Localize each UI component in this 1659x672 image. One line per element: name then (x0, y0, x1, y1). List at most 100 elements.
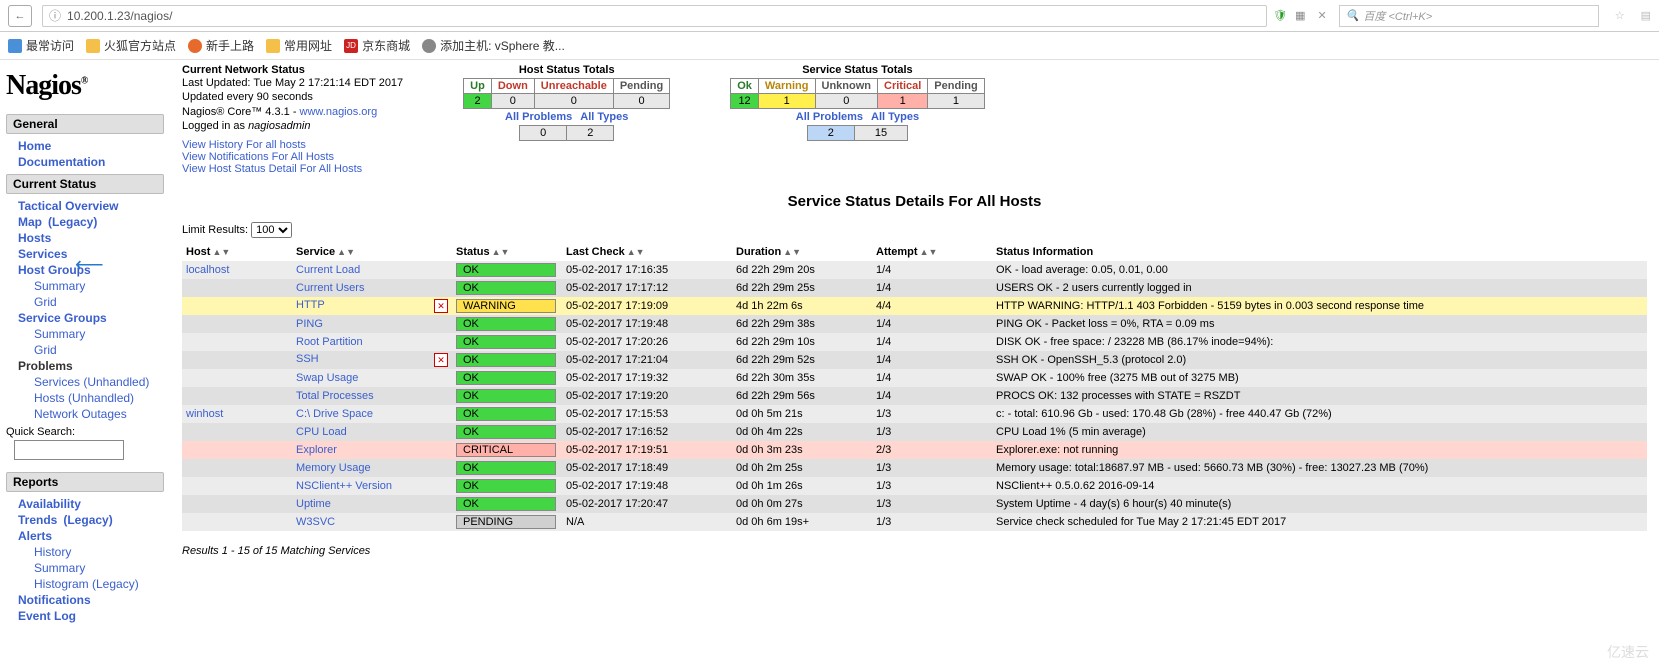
nav-host-groups[interactable]: Host Groups (6, 262, 164, 278)
attempt: 1/4 (872, 333, 992, 351)
service-link[interactable]: Uptime (292, 495, 452, 513)
host-up-header[interactable]: Up (464, 79, 492, 94)
svc-unknown-header[interactable]: Unknown (815, 79, 878, 94)
svc-all-types-count[interactable]: 15 (854, 126, 907, 141)
service-link[interactable]: C:\ Drive Space (292, 405, 452, 423)
col-last-check[interactable]: Last Check▲▼ (562, 244, 732, 261)
service-link[interactable]: Root Partition (292, 333, 452, 351)
qr-icon[interactable]: ▦ (1295, 9, 1305, 22)
service-link[interactable]: Total Processes (292, 387, 452, 405)
host-link[interactable]: localhost (182, 261, 292, 280)
nav-services-unhandled[interactable]: Services (Unhandled) (22, 374, 164, 390)
nav-trends[interactable]: Trends(Legacy) (6, 512, 164, 528)
nav-documentation[interactable]: Documentation (6, 154, 164, 170)
limit-select[interactable]: 100 (251, 222, 292, 238)
host-link[interactable]: winhost (182, 405, 292, 423)
host-pending-header[interactable]: Pending (613, 79, 669, 94)
service-link[interactable]: Current Load (292, 261, 452, 280)
host-all-types-link[interactable]: All Types (580, 111, 628, 123)
bookmark-most-visited[interactable]: 最常访问 (8, 37, 74, 54)
svc-pending-count[interactable]: 1 (928, 94, 984, 109)
bookmark-common-sites[interactable]: 常用网址 (266, 37, 332, 54)
attempt: 1/3 (872, 405, 992, 423)
star-icon[interactable]: ☆ (1615, 9, 1625, 22)
svc-critical-count[interactable]: 1 (878, 94, 928, 109)
svc-all-types-link[interactable]: All Types (871, 111, 919, 123)
host-down-count[interactable]: 0 (491, 94, 534, 109)
service-link[interactable]: Current Users (292, 279, 452, 297)
col-host[interactable]: Host▲▼ (182, 244, 292, 261)
nagios-org-link[interactable]: www.nagios.org (300, 106, 378, 118)
svc-critical-header[interactable]: Critical (878, 79, 928, 94)
nav-home[interactable]: Home (6, 138, 164, 154)
nav-history[interactable]: History (22, 544, 164, 560)
host-unreachable-count[interactable]: 0 (534, 94, 613, 109)
svc-all-problems-count[interactable]: 2 (807, 126, 854, 141)
nav-map[interactable]: Map(Legacy) (6, 214, 164, 230)
nav-hosts-unhandled[interactable]: Hosts (Unhandled) (22, 390, 164, 406)
svc-ok-header[interactable]: Ok (731, 79, 759, 94)
host-pending-count[interactable]: 0 (613, 94, 669, 109)
service-link[interactable]: PING (292, 315, 452, 333)
view-notifications-link[interactable]: View Notifications For All Hosts (182, 151, 403, 163)
col-duration[interactable]: Duration▲▼ (732, 244, 872, 261)
nav-tactical[interactable]: Tactical Overview (6, 198, 164, 214)
nav-section-general: General (6, 114, 164, 134)
bookmark-getting-started[interactable]: 新手上路 (188, 37, 254, 54)
close-icon[interactable]: ✕ (1318, 9, 1327, 22)
nav-hg-grid[interactable]: Grid (22, 294, 164, 310)
sidebar-toggle-icon[interactable]: ▤ (1641, 9, 1651, 22)
service-link[interactable]: Memory Usage (292, 459, 452, 477)
bookmark-jd[interactable]: JD京东商城 (344, 37, 410, 54)
service-link[interactable]: CPU Load (292, 423, 452, 441)
host-down-header[interactable]: Down (491, 79, 534, 94)
nav-hosts[interactable]: Hosts (6, 230, 164, 246)
nav-event-log[interactable]: Event Log (6, 608, 164, 624)
nav-histogram[interactable]: Histogram (Legacy) (22, 576, 164, 592)
status-cell: OK (452, 495, 562, 513)
back-button[interactable]: ← (8, 5, 32, 27)
host-all-problems-count[interactable]: 0 (520, 126, 567, 141)
url-bar[interactable]: ⓘ 10.200.1.23/nagios/ (42, 5, 1267, 27)
nav-services[interactable]: Services (6, 246, 164, 262)
nav-sg-grid[interactable]: Grid (22, 342, 164, 358)
col-status[interactable]: Status▲▼ (452, 244, 562, 261)
nav-availability[interactable]: Availability (6, 496, 164, 512)
service-link[interactable]: W3SVC (292, 513, 452, 531)
browser-search-input[interactable]: 🔍 百度 <Ctrl+K> (1339, 5, 1599, 27)
nav-hg-summary[interactable]: Summary (22, 278, 164, 294)
nav-notifications[interactable]: Notifications (6, 592, 164, 608)
host-all-types-count[interactable]: 2 (567, 126, 614, 141)
bookmark-firefox-official[interactable]: 火狐官方站点 (86, 37, 176, 54)
view-host-status-link[interactable]: View Host Status Detail For All Hosts (182, 163, 403, 175)
svc-unknown-count[interactable]: 0 (815, 94, 878, 109)
nav-summary[interactable]: Summary (22, 560, 164, 576)
svc-all-problems-link[interactable]: All Problems (796, 111, 863, 123)
host-unreachable-header[interactable]: Unreachable (534, 79, 613, 94)
service-link[interactable]: Swap Usage (292, 369, 452, 387)
svc-pending-header[interactable]: Pending (928, 79, 984, 94)
nav-sg-summary[interactable]: Summary (22, 326, 164, 342)
service-link[interactable]: SSH✕ (292, 351, 452, 369)
shield-icon[interactable]: 🛡 (1273, 9, 1287, 22)
view-history-link[interactable]: View History For all hosts (182, 139, 403, 151)
svc-warning-header[interactable]: Warning (758, 79, 815, 94)
status-cell: OK (452, 459, 562, 477)
duration: 0d 0h 1m 26s (732, 477, 872, 495)
service-link[interactable]: NSClient++ Version (292, 477, 452, 495)
col-service[interactable]: Service▲▼ (292, 244, 452, 261)
service-link[interactable]: Explorer (292, 441, 452, 459)
nav-alerts[interactable]: Alerts (6, 528, 164, 544)
service-link[interactable]: HTTP✕ (292, 297, 452, 315)
svc-warning-count[interactable]: 1 (758, 94, 815, 109)
last-check: 05-02-2017 17:19:48 (562, 477, 732, 495)
bookmark-vsphere[interactable]: 添加主机: vSphere 教... (422, 37, 565, 54)
quick-search-input[interactable] (14, 440, 124, 460)
host-up-count[interactable]: 2 (464, 94, 492, 109)
nav-service-groups[interactable]: Service Groups (6, 310, 164, 326)
host-all-problems-link[interactable]: All Problems (505, 111, 572, 123)
col-attempt[interactable]: Attempt▲▼ (872, 244, 992, 261)
svc-ok-count[interactable]: 12 (731, 94, 759, 109)
nav-network-outages[interactable]: Network Outages (22, 406, 164, 422)
status-cell: OK (452, 405, 562, 423)
